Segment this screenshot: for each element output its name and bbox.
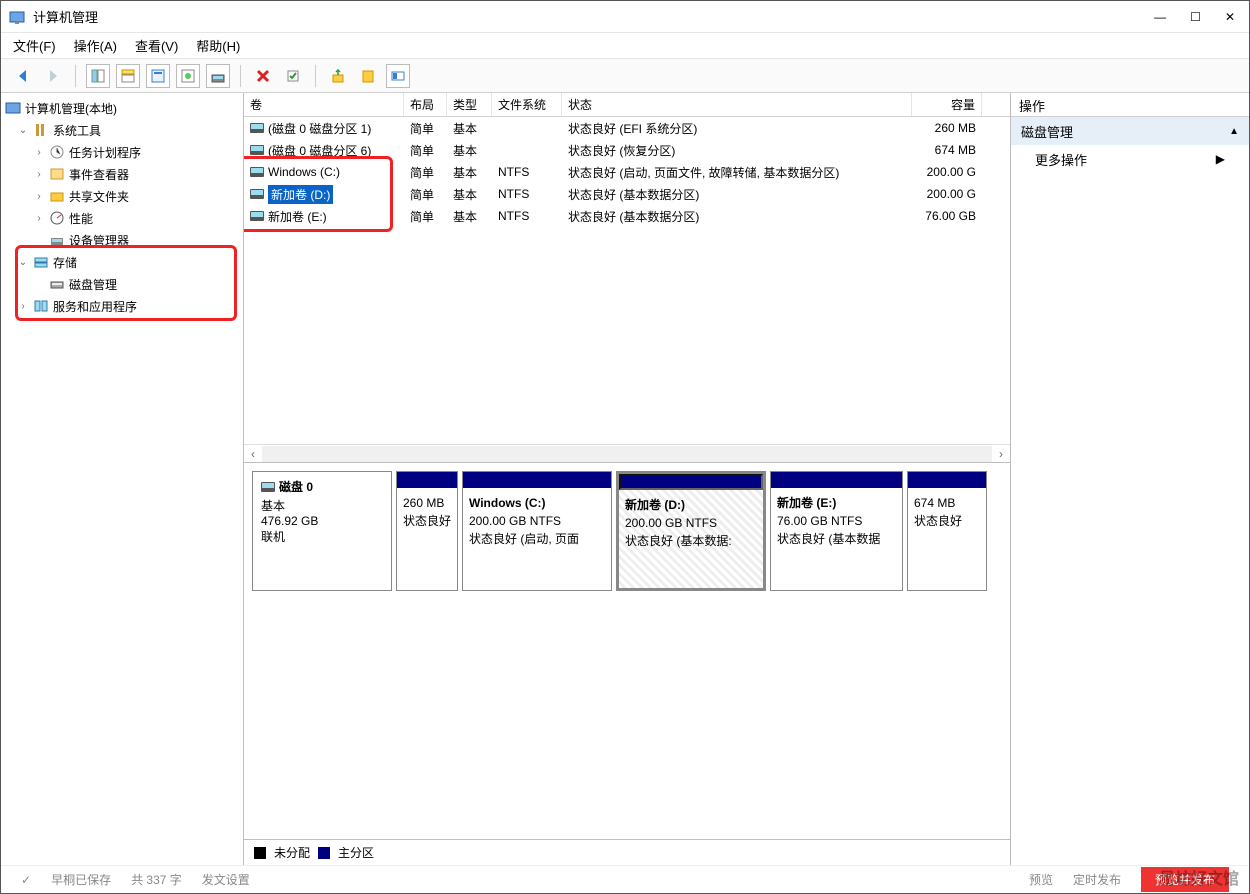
- external-bottom-bar: ✓ 早桐已保存 共 337 字 发文设置 预览 定时发布 预览并发布: [1, 865, 1249, 893]
- legend-primary-swatch: [318, 847, 330, 859]
- toolbar-btn-1[interactable]: [86, 64, 110, 88]
- toolbar-btn-9[interactable]: [386, 64, 410, 88]
- tree-event-viewer[interactable]: ›事件查看器: [3, 163, 241, 185]
- tree-performance[interactable]: ›性能: [3, 207, 241, 229]
- actions-disk-management[interactable]: 磁盘管理 ▲: [1011, 117, 1249, 145]
- volume-row[interactable]: (磁盘 0 磁盘分区 6)简单基本状态良好 (恢复分区)674 MB: [244, 139, 1010, 161]
- close-button[interactable]: ✕: [1225, 10, 1235, 24]
- forward-button[interactable]: [41, 64, 65, 88]
- tree-storage[interactable]: ⌄存储: [3, 251, 241, 273]
- col-capacity[interactable]: 容量: [912, 93, 982, 116]
- horizontal-scrollbar[interactable]: ‹›: [244, 444, 1010, 462]
- volume-list-header: 卷 布局 类型 文件系统 状态 容量: [244, 93, 1010, 117]
- actions-title: 操作: [1011, 93, 1249, 117]
- titlebar: 计算机管理 — ☐ ✕: [1, 1, 1249, 33]
- tree-panel: 计算机管理(本地) ⌄系统工具 ›任务计划程序 ›事件查看器 ›共享文件夹 ›性…: [1, 93, 244, 865]
- menubar: 文件(F) 操作(A) 查看(V) 帮助(H): [1, 33, 1249, 59]
- delete-button[interactable]: [251, 64, 275, 88]
- toolbar-btn-7[interactable]: [326, 64, 350, 88]
- tree-task-scheduler[interactable]: ›任务计划程序: [3, 141, 241, 163]
- center-panel: 卷 布局 类型 文件系统 状态 容量 (磁盘 0 磁盘分区 1)简单基本状态良好…: [244, 93, 1011, 865]
- window-title: 计算机管理: [33, 7, 1154, 26]
- partition[interactable]: 674 MB状态良好: [907, 471, 987, 591]
- computer-management-window: 计算机管理 — ☐ ✕ 文件(F) 操作(A) 查看(V) 帮助(H): [0, 0, 1250, 894]
- col-filesystem[interactable]: 文件系统: [492, 93, 562, 116]
- legend-unallocated-label: 未分配: [274, 844, 310, 861]
- toolbar-btn-4[interactable]: [176, 64, 200, 88]
- toolbar-btn-2[interactable]: [116, 64, 140, 88]
- toolbar-btn-8[interactable]: [356, 64, 380, 88]
- actions-panel: 操作 磁盘管理 ▲ 更多操作 ▶: [1011, 93, 1249, 865]
- volume-list-body: (磁盘 0 磁盘分区 1)简单基本状态良好 (EFI 系统分区)260 MB(磁…: [244, 117, 1010, 444]
- tree-disk-management[interactable]: ›磁盘管理: [3, 273, 241, 295]
- tree-services-apps[interactable]: ›服务和应用程序: [3, 295, 241, 317]
- menu-file[interactable]: 文件(F): [13, 36, 56, 55]
- toolbar-btn-3[interactable]: [146, 64, 170, 88]
- volume-list: 卷 布局 类型 文件系统 状态 容量 (磁盘 0 磁盘分区 1)简单基本状态良好…: [244, 93, 1010, 463]
- volume-row[interactable]: 新加卷 (D:)简单基本NTFS状态良好 (基本数据分区)200.00 G: [244, 183, 1010, 205]
- tree-system-tools[interactable]: ⌄系统工具: [3, 119, 241, 141]
- app-icon: [9, 9, 25, 25]
- legend-unallocated-swatch: [254, 847, 266, 859]
- watermark: 易坊好文馆: [1159, 865, 1239, 889]
- toolbar-btn-5[interactable]: [206, 64, 230, 88]
- toolbar-btn-6[interactable]: [281, 64, 305, 88]
- tree-shared-folders[interactable]: ›共享文件夹: [3, 185, 241, 207]
- chevron-right-icon: ▶: [1216, 152, 1225, 166]
- partition[interactable]: 260 MB状态良好: [396, 471, 458, 591]
- menu-action[interactable]: 操作(A): [74, 36, 117, 55]
- partition[interactable]: Windows (C:)200.00 GB NTFS状态良好 (启动, 页面: [462, 471, 612, 591]
- volume-row[interactable]: Windows (C:)简单基本NTFS状态良好 (启动, 页面文件, 故障转储…: [244, 161, 1010, 183]
- actions-more[interactable]: 更多操作 ▶: [1011, 145, 1249, 173]
- toolbar: [1, 59, 1249, 93]
- tree-root[interactable]: 计算机管理(本地): [3, 97, 241, 119]
- back-button[interactable]: [11, 64, 35, 88]
- volume-row[interactable]: 新加卷 (E:)简单基本NTFS状态良好 (基本数据分区)76.00 GB: [244, 205, 1010, 227]
- volume-row[interactable]: (磁盘 0 磁盘分区 1)简单基本状态良好 (EFI 系统分区)260 MB: [244, 117, 1010, 139]
- disk-icon: [261, 482, 275, 492]
- partition[interactable]: 新加卷 (E:)76.00 GB NTFS状态良好 (基本数据: [770, 471, 903, 591]
- minimize-button[interactable]: —: [1154, 10, 1166, 24]
- legend-primary-label: 主分区: [338, 844, 374, 861]
- legend: 未分配 主分区: [244, 839, 1010, 865]
- col-type[interactable]: 类型: [447, 93, 492, 116]
- disk-label[interactable]: 磁盘 0 基本 476.92 GB 联机: [252, 471, 392, 591]
- col-layout[interactable]: 布局: [404, 93, 447, 116]
- menu-view[interactable]: 查看(V): [135, 36, 178, 55]
- col-status[interactable]: 状态: [562, 93, 912, 116]
- disk-map: 磁盘 0 基本 476.92 GB 联机 260 MB状态良好Windows (…: [244, 463, 1010, 839]
- partition[interactable]: 新加卷 (D:)200.00 GB NTFS状态良好 (基本数据:: [616, 471, 766, 591]
- main-area: 计算机管理(本地) ⌄系统工具 ›任务计划程序 ›事件查看器 ›共享文件夹 ›性…: [1, 93, 1249, 865]
- col-volume[interactable]: 卷: [244, 93, 404, 116]
- maximize-button[interactable]: ☐: [1190, 10, 1201, 24]
- collapse-icon: ▲: [1229, 126, 1239, 137]
- disk-row: 磁盘 0 基本 476.92 GB 联机 260 MB状态良好Windows (…: [252, 471, 1002, 591]
- tree-device-manager[interactable]: ›设备管理器: [3, 229, 241, 251]
- menu-help[interactable]: 帮助(H): [196, 36, 240, 55]
